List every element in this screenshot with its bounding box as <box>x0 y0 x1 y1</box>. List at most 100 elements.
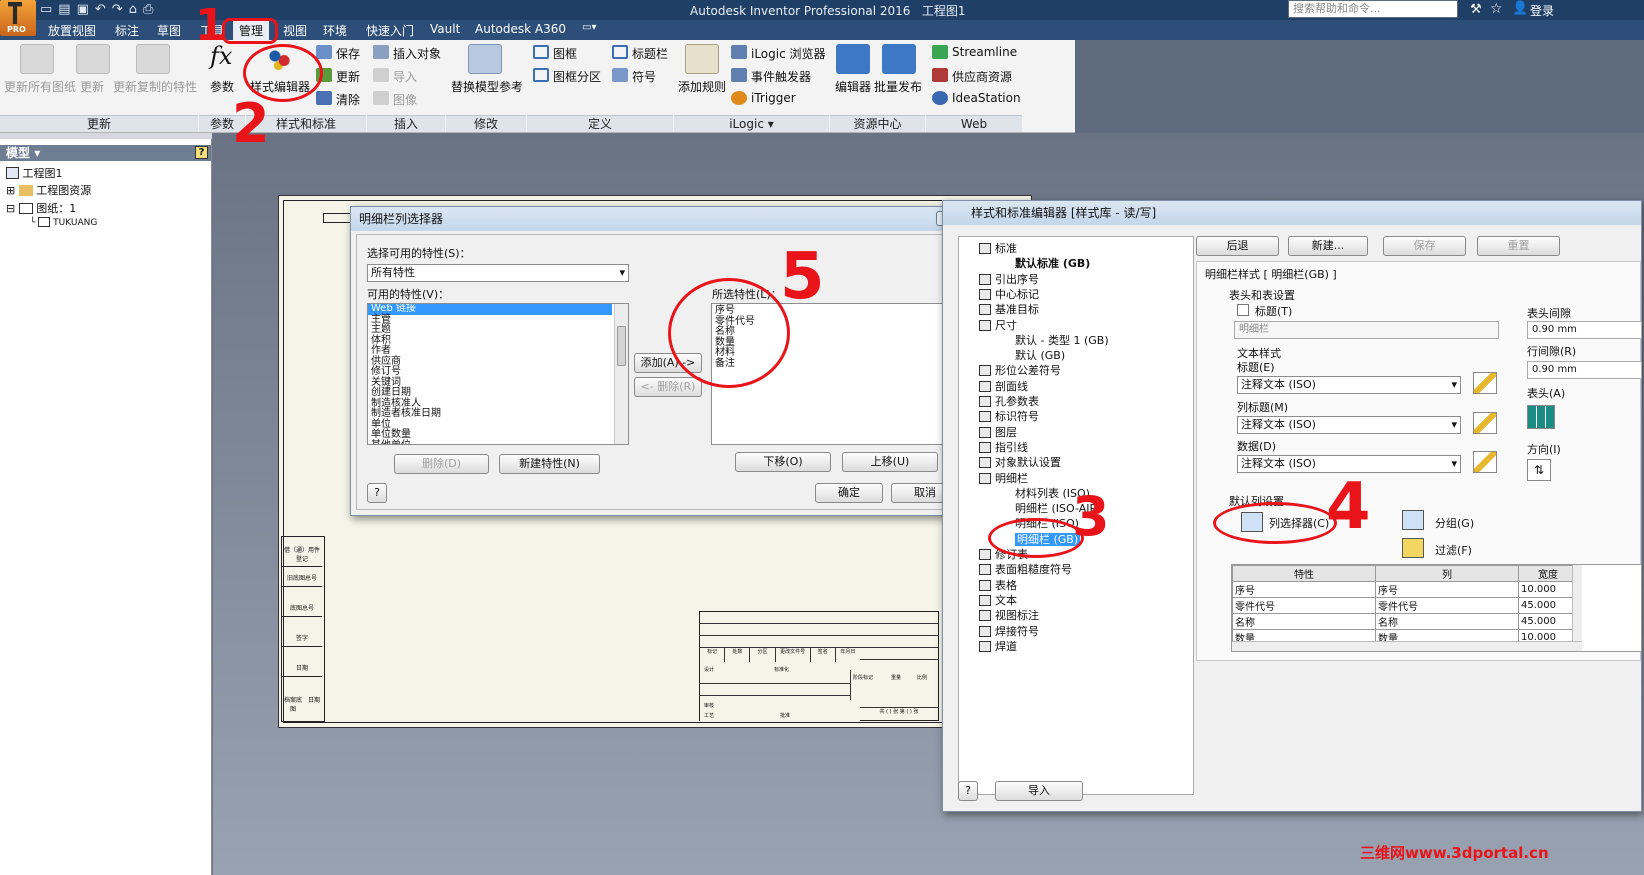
grid-header-column[interactable]: 列 <box>1375 565 1519 582</box>
import-button[interactable]: 导入 <box>393 68 417 85</box>
remove-button[interactable]: <- 删除(R) <box>634 377 702 397</box>
print-icon[interactable]: ⎙ <box>143 2 159 17</box>
style-tree-item[interactable]: 默认标准 (GB) <box>999 256 1090 271</box>
purge-styles-button[interactable]: 清除 <box>336 91 360 108</box>
tab-view[interactable]: 视图 <box>283 22 307 39</box>
available-prop-item[interactable]: 单位数量 <box>368 429 628 441</box>
grid-cell-property[interactable]: 序号 <box>1232 581 1376 598</box>
redo-icon[interactable]: ↷ <box>112 2 129 17</box>
supplier-content-button[interactable]: 供应商资源 <box>952 68 1012 85</box>
columns-grid[interactable]: 特性 列 宽度 序号 序号 10.000 零件代号 零件代号 45.000 名称 名称 45.0… <box>1231 564 1642 652</box>
available-prop-item[interactable]: 修订号 <box>368 366 628 378</box>
parameters-button[interactable]: 参数 <box>210 78 234 95</box>
style-tree-item[interactable]: 中心标记 <box>979 287 1039 302</box>
title-style-edit-icon[interactable] <box>1473 372 1497 394</box>
home-icon[interactable]: ⌂ <box>129 2 143 17</box>
style-tree-item[interactable]: 默认 (GB) <box>999 348 1065 363</box>
grid-cell-column[interactable]: 名称 <box>1375 613 1519 630</box>
style-tree-item[interactable]: 标识符号 <box>979 409 1039 424</box>
ok-button[interactable]: 确定 <box>815 483 883 503</box>
event-triggers-button[interactable]: 事件触发器 <box>751 68 811 85</box>
style-tree-item[interactable]: 基准目标 <box>979 302 1039 317</box>
move-up-button[interactable]: 上移(U) <box>842 452 938 472</box>
new-property-button[interactable]: 新建特性(N) <box>499 454 600 474</box>
save-style-button[interactable]: 保存 <box>1383 236 1466 256</box>
available-props-list[interactable]: Web 链接 主管 主题 体积 作者 供应商 修订号 关键词 创建日期 制造核准人 制造者核准日期单… <box>367 303 629 445</box>
style-tree-item[interactable]: 表格 <box>979 578 1017 593</box>
title-checkbox[interactable] <box>1237 304 1249 316</box>
border-button[interactable]: 图框 <box>553 45 577 62</box>
undo-icon[interactable]: ↶ <box>95 2 112 17</box>
new-style-button[interactable]: 新建... <box>1288 236 1368 256</box>
available-prop-item[interactable]: 主题 <box>368 324 628 336</box>
tab-place-views[interactable]: 放置视图 <box>48 22 96 39</box>
save-icon[interactable]: ▣ <box>77 2 95 17</box>
app-logo[interactable]: PRO <box>0 0 36 36</box>
available-prop-item[interactable]: 主管 <box>368 314 628 326</box>
update-button[interactable]: 更新 <box>80 78 104 95</box>
grid-cell-column[interactable]: 零件代号 <box>1375 597 1519 614</box>
style-tree-item[interactable]: 默认 - 类型 1 (GB) <box>999 333 1109 348</box>
style-tree-item[interactable]: 尺寸 <box>979 318 1017 333</box>
batch-publish-button[interactable]: 批量发布 <box>874 78 922 95</box>
column-title-edit-icon[interactable] <box>1473 412 1497 434</box>
tab-annotate[interactable]: 标注 <box>115 22 139 39</box>
update-copied-props-button[interactable]: 更新复制的特性 <box>113 78 197 95</box>
new-icon[interactable]: ▭ <box>40 2 58 17</box>
symbol-button[interactable]: 符号 <box>632 68 656 85</box>
tab-overflow-icon[interactable]: ▭▾ <box>582 22 596 33</box>
style-tree-item[interactable]: 视图标注 <box>979 608 1039 623</box>
image-button[interactable]: 图像 <box>393 91 417 108</box>
grid-row[interactable]: 零件代号 零件代号 45.000 <box>1232 597 1578 614</box>
group-button[interactable]: 分组(G) <box>1435 515 1474 531</box>
reset-style-button[interactable]: 重置 <box>1477 236 1560 256</box>
open-icon[interactable]: ▤ <box>58 2 76 17</box>
filter-button[interactable]: 过滤(F) <box>1435 542 1472 558</box>
tab-vault[interactable]: Vault <box>430 22 460 36</box>
style-tree-item[interactable]: 焊道 <box>979 639 1017 654</box>
delete-property-button[interactable]: 删除(D) <box>394 454 489 474</box>
available-prop-item[interactable]: 供应商 <box>368 356 628 368</box>
grid-header-width[interactable]: 宽度 <box>1518 565 1578 582</box>
grid-row[interactable]: 名称 名称 45.000 <box>1232 613 1578 630</box>
favorites-icon[interactable]: ☆ <box>1490 1 1503 17</box>
group-ilogic[interactable]: iLogic ▾ <box>674 115 829 132</box>
zones-button[interactable]: 图框分区 <box>553 68 601 85</box>
available-prop-item[interactable]: 制造者核准日期 <box>368 408 628 420</box>
available-props-combo[interactable]: 所有特性 <box>367 264 629 282</box>
grid-scrollbar-v[interactable] <box>1572 565 1582 643</box>
style-tree-item[interactable]: 孔参数表 <box>979 394 1039 409</box>
search-options-icon[interactable]: ⚒ <box>1470 2 1482 17</box>
grid-cell-width[interactable]: 10.000 <box>1518 581 1578 598</box>
row-gap-field[interactable]: 0.90 mm <box>1527 361 1642 379</box>
style-tree-item[interactable]: 图层 <box>979 425 1017 440</box>
itrigger-button[interactable]: iTrigger <box>751 91 796 105</box>
title-style-combo[interactable]: 注释文本 (ISO) <box>1237 376 1461 394</box>
grid-scrollbar-h[interactable] <box>1232 641 1582 651</box>
insert-object-button[interactable]: 插入对象 <box>393 45 441 62</box>
user-icon[interactable]: 👤 <box>1512 1 1528 16</box>
tab-get-started[interactable]: 快速入门 <box>366 22 414 39</box>
search-field[interactable]: 搜索帮助和命令... <box>1288 0 1458 18</box>
style-tree-item[interactable]: 标准 <box>979 241 1017 256</box>
replace-model-ref-button[interactable]: 替换模型参考 <box>451 78 523 95</box>
filter-icon[interactable] <box>1402 538 1424 558</box>
grid-cell-width[interactable]: 45.000 <box>1518 613 1578 630</box>
grid-header-property[interactable]: 特性 <box>1232 565 1376 582</box>
style-tree-item[interactable]: 文本 <box>979 593 1017 608</box>
available-prop-item[interactable]: 作者 <box>368 345 628 357</box>
available-prop-item[interactable]: 体积 <box>368 335 628 347</box>
column-title-style-combo[interactable]: 注释文本 (ISO) <box>1237 416 1461 434</box>
browser-item-resources[interactable]: ⊞ 工程图资源 <box>6 182 91 198</box>
style-tree-item[interactable]: 引出序号 <box>979 272 1039 287</box>
props-list-scrollbar[interactable] <box>614 304 628 444</box>
style-help-button[interactable]: ? <box>958 781 978 801</box>
group-icon[interactable] <box>1402 510 1424 530</box>
update-styles-button[interactable]: 更新 <box>336 68 360 85</box>
browser-help-icon[interactable]: ? <box>195 146 208 159</box>
import-button[interactable]: 导入 <box>995 781 1083 801</box>
title-block-button[interactable]: 标题栏 <box>632 45 668 62</box>
grid-cell-column[interactable]: 序号 <box>1375 581 1519 598</box>
back-button[interactable]: 后退 <box>1196 236 1279 256</box>
cc-editor-button[interactable]: 编辑器 <box>835 78 871 95</box>
